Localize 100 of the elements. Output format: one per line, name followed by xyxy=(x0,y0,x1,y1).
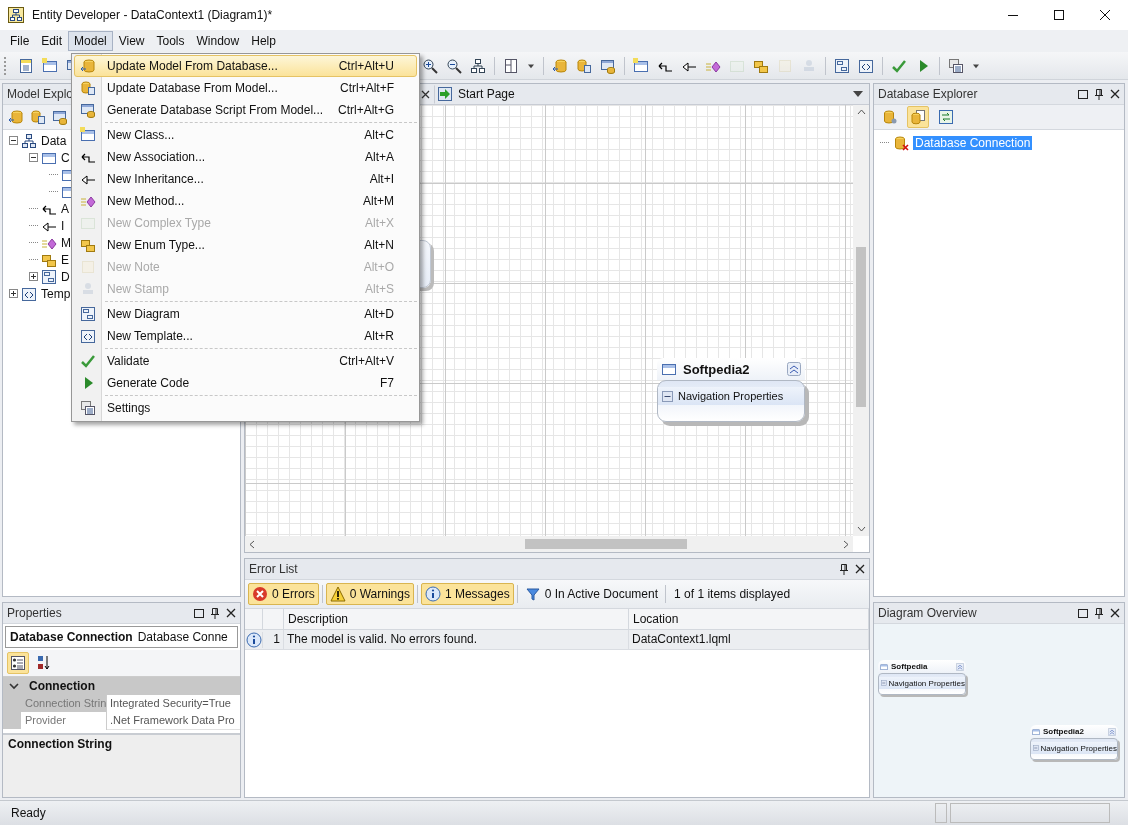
menu-item[interactable]: View xyxy=(112,31,151,51)
tree-item[interactable]: Data xyxy=(40,133,68,148)
collapse-icon[interactable] xyxy=(29,153,38,162)
expand-icon[interactable] xyxy=(9,289,18,298)
menu-item[interactable]: File xyxy=(4,31,36,51)
close-icon[interactable] xyxy=(1100,10,1110,20)
filter-button[interactable]: 1 Messages xyxy=(420,583,514,605)
close-icon[interactable] xyxy=(421,89,430,99)
shortcut-label: Alt+N xyxy=(364,238,394,252)
property-value[interactable]: .Net Framework Data Pro xyxy=(107,712,240,730)
database-icon xyxy=(576,57,592,74)
new-class-icon xyxy=(633,57,649,74)
pin-icon[interactable] xyxy=(210,607,220,619)
close-icon[interactable] xyxy=(855,564,865,574)
property-value[interactable]: Integrated Security=True xyxy=(107,695,240,713)
panel-title: Error List xyxy=(249,562,298,576)
chevron-down-icon[interactable] xyxy=(9,681,19,691)
scroll-up-icon[interactable] xyxy=(856,109,866,115)
object-type: Database Conne xyxy=(137,630,228,644)
object-selector[interactable]: Database Connection Database Conne xyxy=(5,626,238,648)
column-header[interactable]: Description xyxy=(284,609,629,629)
scroll-left-icon[interactable] xyxy=(249,539,255,549)
vertical-scrollbar[interactable] xyxy=(853,105,869,536)
menu-item[interactable]: New Template... Alt+R xyxy=(74,325,417,347)
close-icon[interactable] xyxy=(1110,608,1120,618)
menu-item[interactable]: New Method... Alt+M xyxy=(74,190,417,212)
dropdown-caret-icon[interactable] xyxy=(853,91,863,97)
menu-item[interactable]: Edit xyxy=(35,31,69,51)
shortcut-label: Ctrl+Alt+F xyxy=(340,81,394,95)
menu-item[interactable]: New Association... Alt+A xyxy=(74,146,417,168)
menu-item[interactable]: Settings xyxy=(74,397,417,419)
settings-icon xyxy=(948,57,964,74)
scroll-right-icon[interactable] xyxy=(843,539,849,549)
menu-item[interactable]: Tools xyxy=(150,31,191,51)
zoom-out-icon xyxy=(446,57,462,74)
restore-icon[interactable] xyxy=(1078,89,1088,99)
scrollbar-thumb[interactable] xyxy=(856,247,866,407)
column-header[interactable]: Location xyxy=(629,609,869,629)
menu-item[interactable]: Model xyxy=(68,31,113,51)
new-class-icon xyxy=(42,57,58,74)
database-script-icon xyxy=(600,57,616,74)
close-icon[interactable] xyxy=(1110,89,1120,99)
scrollbar-thumb[interactable] xyxy=(525,539,687,549)
menu-item[interactable]: Generate Database Script From Model... Ctrl+Alt+G xyxy=(74,99,417,121)
table-cell: DataContext1.lqml xyxy=(629,630,869,649)
shortcut-label: Alt+R xyxy=(364,329,394,343)
shortcut-label: F7 xyxy=(380,376,394,390)
tree-item[interactable]: E xyxy=(60,252,70,267)
menu-item[interactable]: Update Model From Database... Ctrl+Alt+U xyxy=(74,55,417,77)
scroll-down-icon[interactable] xyxy=(856,526,866,532)
menu-item[interactable]: New Class... Alt+C xyxy=(74,124,417,146)
categorized-icon xyxy=(10,655,26,671)
pin-icon[interactable] xyxy=(1094,607,1104,619)
close-icon[interactable] xyxy=(226,608,236,618)
menu-item[interactable]: Validate Ctrl+Alt+V xyxy=(74,350,417,372)
settings-icon xyxy=(80,400,96,416)
info-icon xyxy=(246,631,262,648)
note-icon xyxy=(777,57,793,74)
collapse-icon[interactable] xyxy=(662,390,673,402)
property-name[interactable]: Provider xyxy=(21,712,107,730)
error-icon xyxy=(252,586,268,602)
restore-icon[interactable] xyxy=(1078,608,1088,618)
diagram-icon xyxy=(834,57,850,74)
filter-button[interactable]: 0 Errors xyxy=(248,583,319,605)
category-header[interactable]: Connection xyxy=(3,677,240,695)
restore-icon[interactable] xyxy=(194,608,204,618)
menu-item[interactable]: Help xyxy=(245,31,282,51)
maximize-icon[interactable] xyxy=(1054,10,1064,20)
menu-item[interactable]: Window xyxy=(190,31,246,51)
toolbar-button[interactable] xyxy=(907,106,929,128)
check-icon xyxy=(80,353,96,369)
view-mode-button[interactable] xyxy=(7,652,29,674)
database-icon xyxy=(552,57,568,74)
tree-item[interactable]: Temp xyxy=(40,286,72,301)
filter-button[interactable]: 0 Warnings xyxy=(325,583,414,605)
template-icon xyxy=(858,57,874,74)
collapse-icon[interactable] xyxy=(9,136,18,145)
tree-item[interactable]: M xyxy=(60,235,72,250)
menu-item[interactable]: New Enum Type... Alt+N xyxy=(74,234,417,256)
tree-item[interactable]: I xyxy=(60,218,66,233)
tree-item[interactable]: C xyxy=(60,150,71,165)
document-tab[interactable]: Start Page xyxy=(434,84,526,104)
class-icon xyxy=(880,662,888,671)
menu-item[interactable]: New Inheritance... Alt+I xyxy=(74,168,417,190)
pin-icon[interactable] xyxy=(1094,88,1104,100)
table-cell: The model is valid. No errors found. xyxy=(284,630,629,649)
menu-item[interactable]: Generate Code F7 xyxy=(74,372,417,394)
pin-icon[interactable] xyxy=(839,563,849,575)
entity-title: Softpedia2 xyxy=(1043,727,1085,736)
hierarchy-icon xyxy=(470,57,486,74)
shortcut-label: Ctrl+Alt+V xyxy=(339,354,394,368)
shortcut-label: Ctrl+Alt+G xyxy=(338,103,394,117)
entity-title: Softpedia2 xyxy=(683,361,751,377)
menu-item[interactable]: Update Database From Model... Ctrl+Alt+F xyxy=(74,77,417,99)
scope-filter-button[interactable]: 0 In Active Document xyxy=(520,585,663,603)
tree-item[interactable]: D xyxy=(60,269,71,284)
tree-item[interactable]: A xyxy=(60,201,70,216)
menu-item[interactable]: New Diagram Alt+D xyxy=(74,303,417,325)
expand-icon[interactable] xyxy=(29,272,38,281)
horizontal-scrollbar[interactable] xyxy=(245,536,853,552)
